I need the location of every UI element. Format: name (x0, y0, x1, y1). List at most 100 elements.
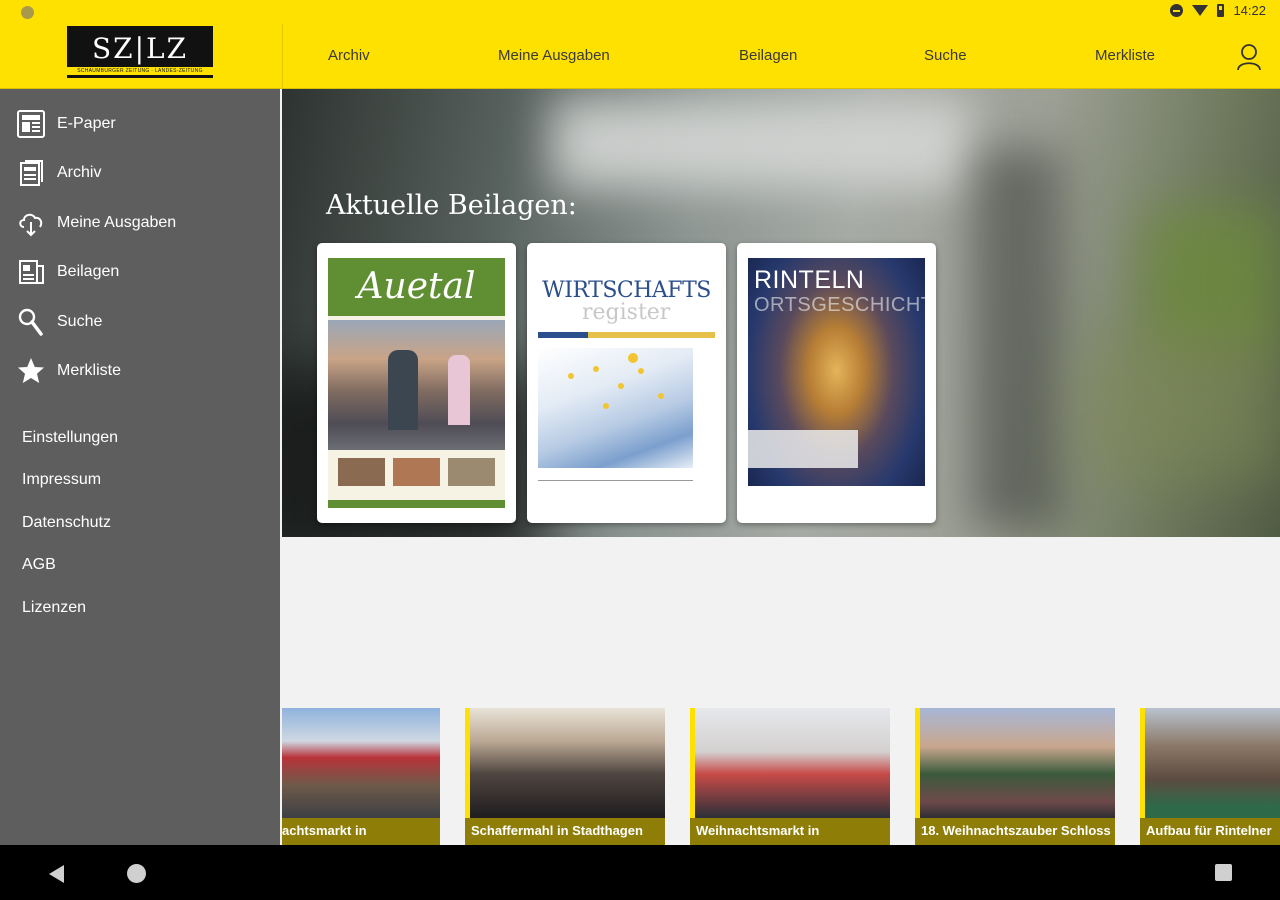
cover-footer (538, 480, 693, 490)
supplement-card-wirtschaftsregister[interactable]: register WIRTSCHAFTS (527, 243, 726, 523)
map-marker (603, 403, 609, 409)
archive-icon (16, 158, 46, 188)
news-image (1140, 708, 1280, 818)
sidebar-link-einstellungen[interactable]: Einstellungen (0, 417, 280, 459)
sidebar-item-suche[interactable]: Suche (0, 301, 280, 343)
news-image (915, 708, 1115, 818)
cover-map (538, 348, 693, 468)
sidebar-item-label: E-Paper (57, 115, 116, 132)
sidebar-link-label: Lizenzen (22, 599, 87, 616)
map-marker (593, 366, 599, 372)
cover-thumbnail (448, 458, 495, 486)
supplement-card-rinteln[interactable]: RINTELN ORTSGESCHICHT (737, 243, 936, 523)
supplements-icon (16, 257, 46, 287)
sidebar-link-label: Impressum (22, 471, 102, 488)
back-icon[interactable] (49, 865, 64, 883)
user-account-icon[interactable] (1236, 43, 1262, 71)
news-caption: Weihnachtsmarkt in (690, 818, 890, 845)
do-not-disturb-icon (1170, 4, 1184, 17)
wifi-icon (1192, 5, 1209, 16)
top-nav-suche[interactable]: Suche (924, 47, 967, 64)
supplement-cover: register WIRTSCHAFTS (538, 258, 715, 508)
news-card[interactable]: Weihnachtsmarkt in (690, 708, 890, 845)
cover-title: RINTELN (754, 266, 865, 294)
news-card[interactable]: Aufbau für Rintelner (1140, 708, 1280, 845)
sidebar-item-merkliste[interactable]: Merkliste (0, 350, 280, 392)
cover-title: WIRTSCHAFTS (542, 278, 711, 303)
cover-stripe (538, 332, 588, 338)
notification-dot-icon (21, 6, 34, 19)
sidebar-link-label: Einstellungen (22, 429, 119, 446)
sidebar-item-archiv[interactable]: Archiv (0, 152, 280, 194)
sidebar-link-label: Datenschutz (22, 514, 111, 531)
star-icon (16, 356, 46, 386)
hero-title: Aktuelle Beilagen: (326, 190, 577, 221)
sidebar-link-agb[interactable]: AGB (0, 544, 280, 586)
cover-photo (328, 320, 505, 450)
status-icons: 14:22 (1170, 3, 1266, 18)
news-image (690, 708, 890, 818)
top-nav-beilagen[interactable]: Beilagen (739, 47, 797, 64)
supplement-cover: Auetal (328, 258, 505, 508)
sidebar-link-lizenzen[interactable]: Lizenzen (0, 587, 280, 629)
sidebar-item-label: Suche (57, 313, 103, 330)
sidebar-item-label: Meine Ausgaben (57, 214, 177, 231)
sidebar-link-impressum[interactable]: Impressum (0, 459, 280, 501)
supplement-cover: RINTELN ORTSGESCHICHT (748, 258, 925, 508)
sidebar-link-label: AGB (22, 556, 56, 573)
news-card[interactable]: achtsmarkt in (282, 708, 440, 845)
top-nav-archiv[interactable]: Archiv (328, 47, 370, 64)
search-icon (16, 307, 46, 337)
logo-subtitle: SCHAUMBURGER ZEITUNG · LANDES-ZEITUNG (67, 67, 213, 75)
top-nav-merkliste[interactable]: Merkliste (1095, 47, 1155, 64)
newspaper-icon (16, 109, 46, 139)
top-nav: Archiv Meine Ausgaben Beilagen Suche Mer… (283, 24, 1223, 89)
map-marker (638, 368, 644, 374)
map-marker (658, 393, 664, 399)
news-caption: Schaffermahl in Stadthagen (465, 818, 665, 845)
supplement-card-auetal[interactable]: Auetal (317, 243, 516, 523)
cover-thumbnail (338, 458, 385, 486)
battery-icon (1217, 4, 1225, 17)
hero-background (1082, 339, 1280, 479)
sidebar-item-meine-ausgaben[interactable]: Meine Ausgaben (0, 202, 280, 244)
status-bar: 14:22 (0, 0, 1280, 24)
hero-background (1142, 209, 1280, 359)
logo[interactable]: SZ|LZ SCHAUMBURGER ZEITUNG · LANDES-ZEIT… (67, 26, 213, 78)
sidebar: E-Paper Archiv Meine Ausgaben Beilagen S… (0, 89, 280, 845)
sidebar-link-datenschutz[interactable]: Datenschutz (0, 502, 280, 544)
news-caption: Aufbau für Rintelner (1140, 818, 1280, 845)
map-marker (568, 373, 574, 379)
cover-subtitle: ORTSGESCHICHT (754, 294, 925, 316)
news-image (282, 708, 440, 818)
sidebar-item-label: Beilagen (57, 263, 120, 280)
map-marker (628, 353, 638, 363)
cover-thumbnail (393, 458, 440, 486)
home-icon[interactable] (127, 864, 146, 883)
app-bar: SZ|LZ SCHAUMBURGER ZEITUNG · LANDES-ZEIT… (0, 24, 1280, 89)
cloud-download-icon (16, 208, 46, 238)
news-image (465, 708, 665, 818)
sidebar-item-beilagen[interactable]: Beilagen (0, 251, 280, 293)
status-time: 14:22 (1233, 3, 1266, 18)
hero-banner: Aktuelle Beilagen: Auetal register WIRTS… (282, 89, 1280, 537)
sidebar-item-label: Archiv (57, 164, 102, 181)
sidebar-item-epaper[interactable]: E-Paper (0, 103, 280, 145)
cover-footer (328, 500, 505, 508)
map-marker (618, 383, 624, 389)
news-caption: achtsmarkt in (282, 818, 440, 845)
hero-background (972, 149, 1062, 529)
cover-footer (748, 486, 925, 508)
top-nav-meine-ausgaben[interactable]: Meine Ausgaben (498, 47, 610, 64)
hero-background (552, 99, 972, 189)
logo-text: SZ|LZ (91, 32, 189, 65)
cover-subtitle: register (582, 300, 671, 325)
system-navigation-bar (0, 845, 1280, 900)
news-card[interactable]: 18. Weihnachtszauber Schloss (915, 708, 1115, 845)
recent-apps-icon[interactable] (1215, 864, 1232, 881)
news-card[interactable]: Schaffermahl in Stadthagen (465, 708, 665, 845)
sidebar-item-label: Merkliste (57, 362, 122, 379)
news-carousel[interactable]: achtsmarkt in Schaffermahl in Stadthagen… (282, 708, 1280, 845)
cover-teaser-box (748, 430, 858, 468)
cover-title: Auetal (357, 266, 476, 307)
